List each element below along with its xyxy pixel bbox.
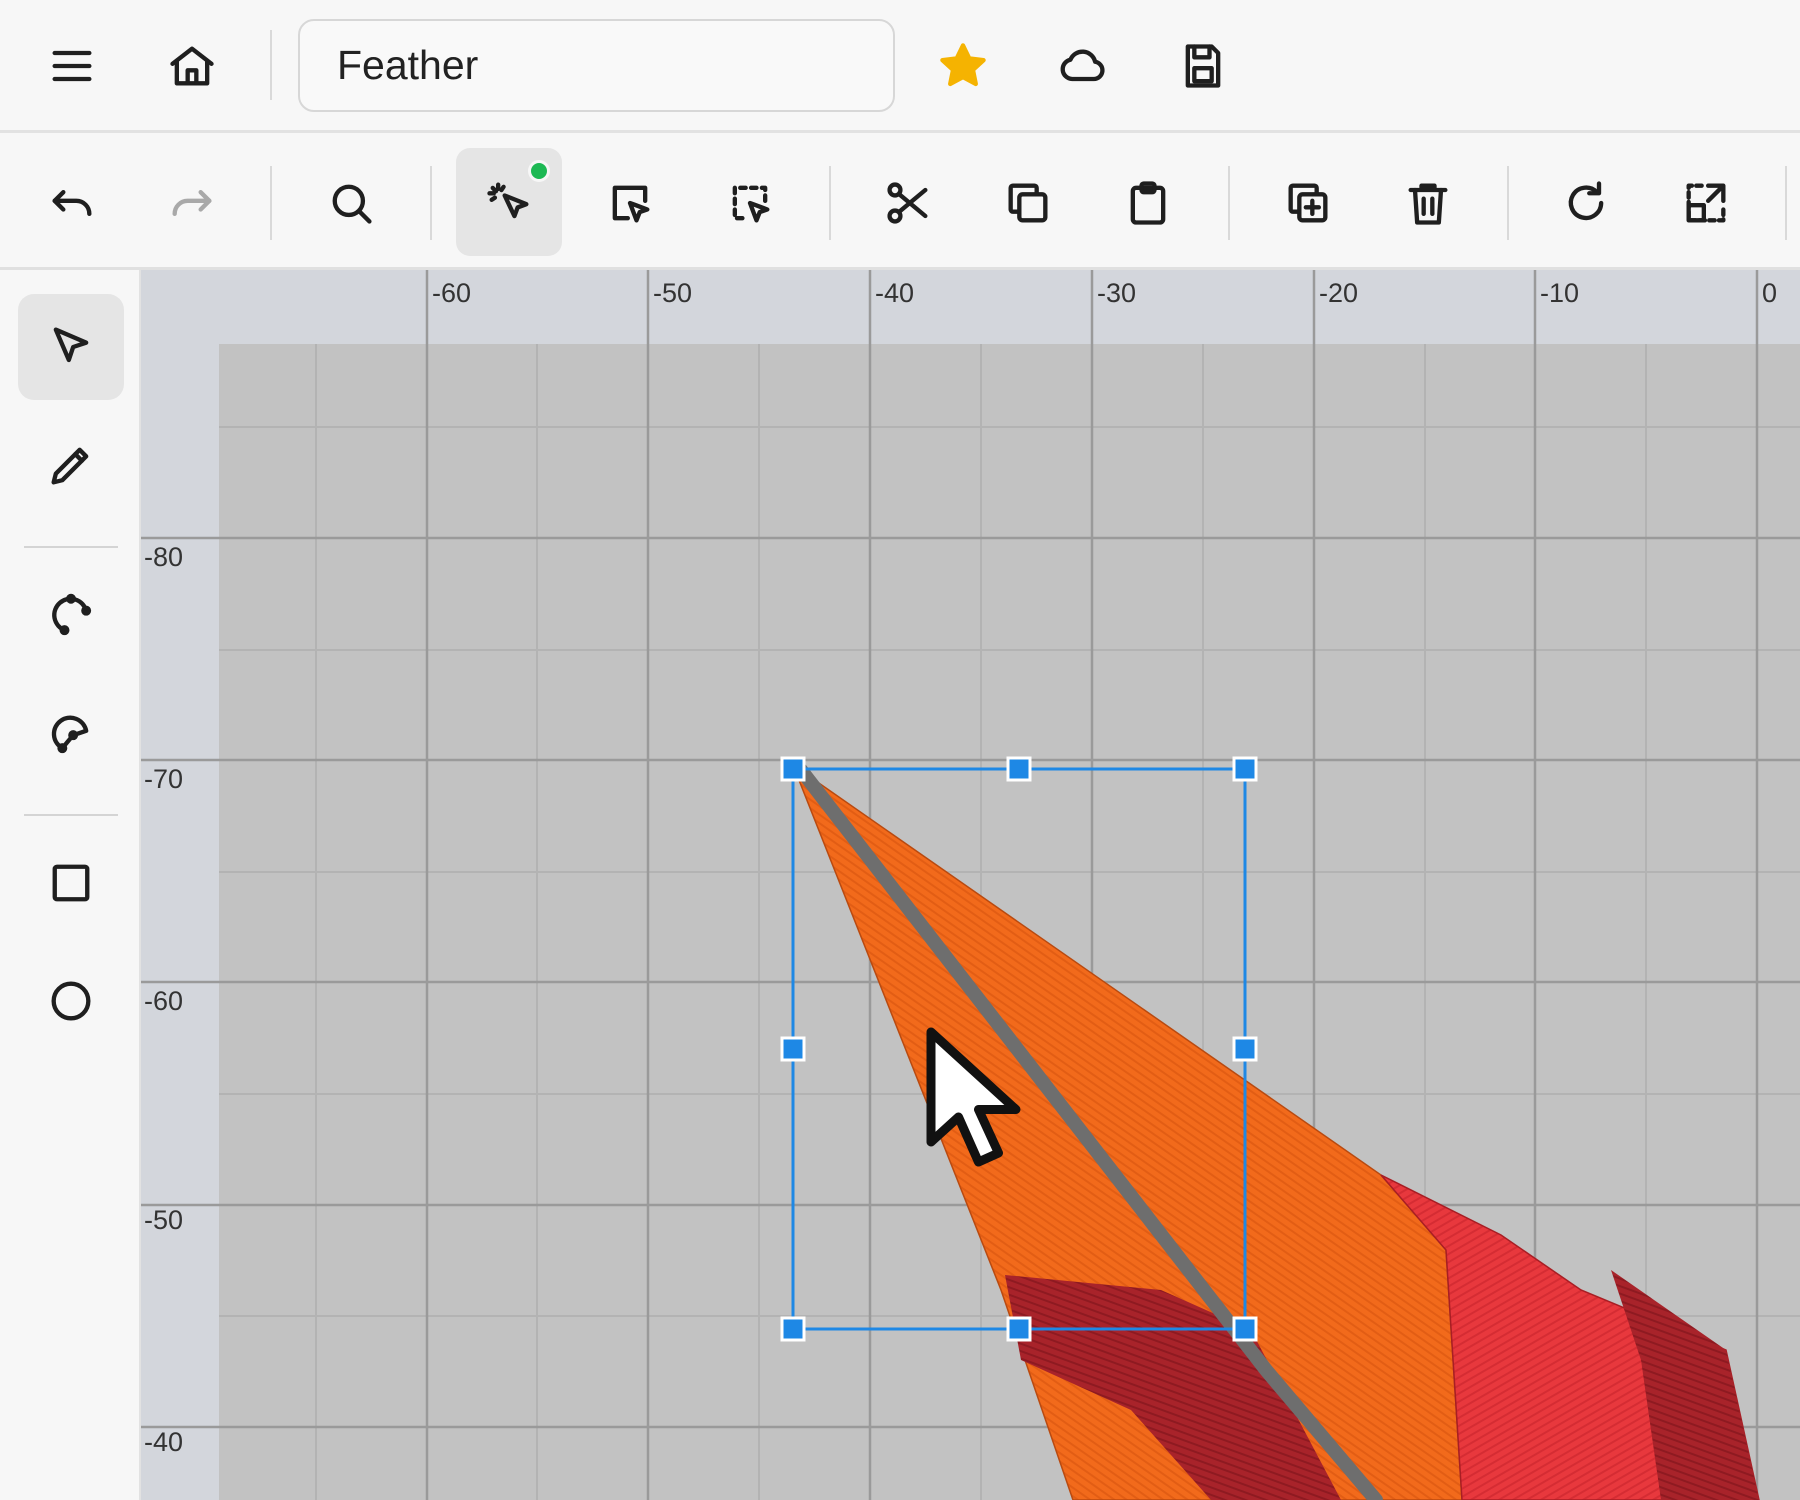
ruler-x-label: -60 [432, 278, 472, 308]
divider [1507, 166, 1509, 240]
cloud-button[interactable] [1035, 18, 1131, 114]
undo-button[interactable] [24, 155, 120, 251]
top-bar: Feather [0, 0, 1800, 133]
rectangle-icon [52, 864, 90, 902]
copy-button[interactable] [980, 155, 1076, 251]
edit-toolbar [0, 136, 1800, 270]
design-name-field[interactable]: Feather [298, 19, 895, 112]
open-curve-icon [52, 593, 92, 636]
magic-select-button[interactable] [456, 148, 562, 256]
circle-icon [51, 981, 91, 1021]
resize-handle-bottom[interactable] [1006, 1316, 1032, 1342]
rotate-button[interactable] [1538, 155, 1634, 251]
ruler-x-label: 0 [1762, 278, 1778, 308]
embroidery-editor-window: Feather -60 -50 -40 -30 -20 -10 0 -80 -7… [0, 0, 1800, 1500]
marquee-select-icon [732, 185, 770, 223]
cloud-icon [1060, 49, 1105, 82]
ruler-x-label: -30 [1097, 278, 1137, 308]
paste-icon [1130, 181, 1166, 225]
closed-curve-icon [51, 715, 89, 754]
paste-button[interactable] [1100, 155, 1196, 251]
open-curve-tool-button[interactable] [18, 562, 124, 668]
ruler-horizontal: -60 -50 -40 -30 -20 -10 0 [141, 270, 1800, 344]
home-icon [170, 46, 214, 86]
ruler-y-label: -50 [144, 1205, 184, 1235]
select-icon [612, 185, 650, 223]
resize-handle-right[interactable] [1232, 1036, 1258, 1062]
divider [1785, 166, 1787, 240]
divider [270, 30, 272, 100]
home-button[interactable] [144, 18, 240, 114]
resize-handle-top[interactable] [1006, 756, 1032, 782]
duplicate-icon [1288, 183, 1328, 223]
resize-handle-top-right[interactable] [1232, 756, 1258, 782]
resize-handle-left[interactable] [780, 1036, 806, 1062]
select-button[interactable] [582, 155, 678, 251]
rectangle-tool-button[interactable] [18, 830, 124, 936]
circle-tool-button[interactable] [18, 948, 124, 1054]
mouse-cursor-icon [926, 1027, 1021, 1167]
menu-button[interactable] [24, 18, 120, 114]
favorite-button[interactable] [915, 18, 1011, 114]
resize-handle-top-left[interactable] [780, 756, 806, 782]
redo-button[interactable] [144, 155, 240, 251]
pencil-tool-button[interactable] [18, 412, 124, 518]
drawing-tools-panel [0, 270, 141, 1500]
divider [430, 166, 432, 240]
pointer-icon [53, 327, 89, 363]
ruler-y-label: -70 [144, 764, 184, 794]
resize-handle-bottom-right[interactable] [1232, 1316, 1258, 1342]
search-button[interactable] [303, 155, 399, 251]
ruler-y-label: -40 [144, 1427, 184, 1457]
marquee-select-button[interactable] [702, 155, 798, 251]
save-button[interactable] [1155, 18, 1251, 114]
pointer-tool-button[interactable] [18, 294, 124, 400]
pencil-icon [51, 447, 89, 485]
redo-icon [172, 190, 212, 216]
star-icon [940, 43, 986, 87]
search-icon [332, 184, 372, 224]
magic-select-icon [487, 182, 529, 219]
scissors-icon [887, 182, 928, 224]
resize-button[interactable] [1658, 155, 1754, 251]
active-status-dot [528, 160, 550, 182]
cut-button[interactable] [860, 155, 956, 251]
divider [829, 166, 831, 240]
ruler-x-label: -10 [1540, 278, 1580, 308]
duplicate-button[interactable] [1260, 155, 1356, 251]
divider [24, 814, 118, 816]
copy-icon [1008, 183, 1048, 223]
divider [270, 166, 272, 240]
design-canvas[interactable]: -60 -50 -40 -30 -20 -10 0 -80 -70 -60 -5… [141, 270, 1800, 1500]
menu-icon [52, 50, 92, 82]
ruler-x-label: -20 [1319, 278, 1359, 308]
divider [1228, 166, 1230, 240]
closed-curve-tool-button[interactable] [18, 680, 124, 786]
canvas-drawing [141, 270, 1800, 1500]
save-icon [1185, 44, 1221, 88]
delete-button[interactable] [1380, 155, 1476, 251]
ruler-y-label: -80 [144, 542, 184, 572]
resize-icon [1686, 183, 1726, 223]
ruler-x-label: -50 [653, 278, 693, 308]
undo-icon [52, 190, 92, 216]
delete-icon [1408, 183, 1448, 225]
ruler-x-label: -40 [875, 278, 915, 308]
divider [24, 546, 118, 548]
ruler-vertical: -80 -70 -60 -50 -40 [141, 270, 219, 1500]
rotate-icon [1568, 181, 1604, 221]
resize-handle-bottom-left[interactable] [780, 1316, 806, 1342]
ruler-y-label: -60 [144, 986, 184, 1016]
